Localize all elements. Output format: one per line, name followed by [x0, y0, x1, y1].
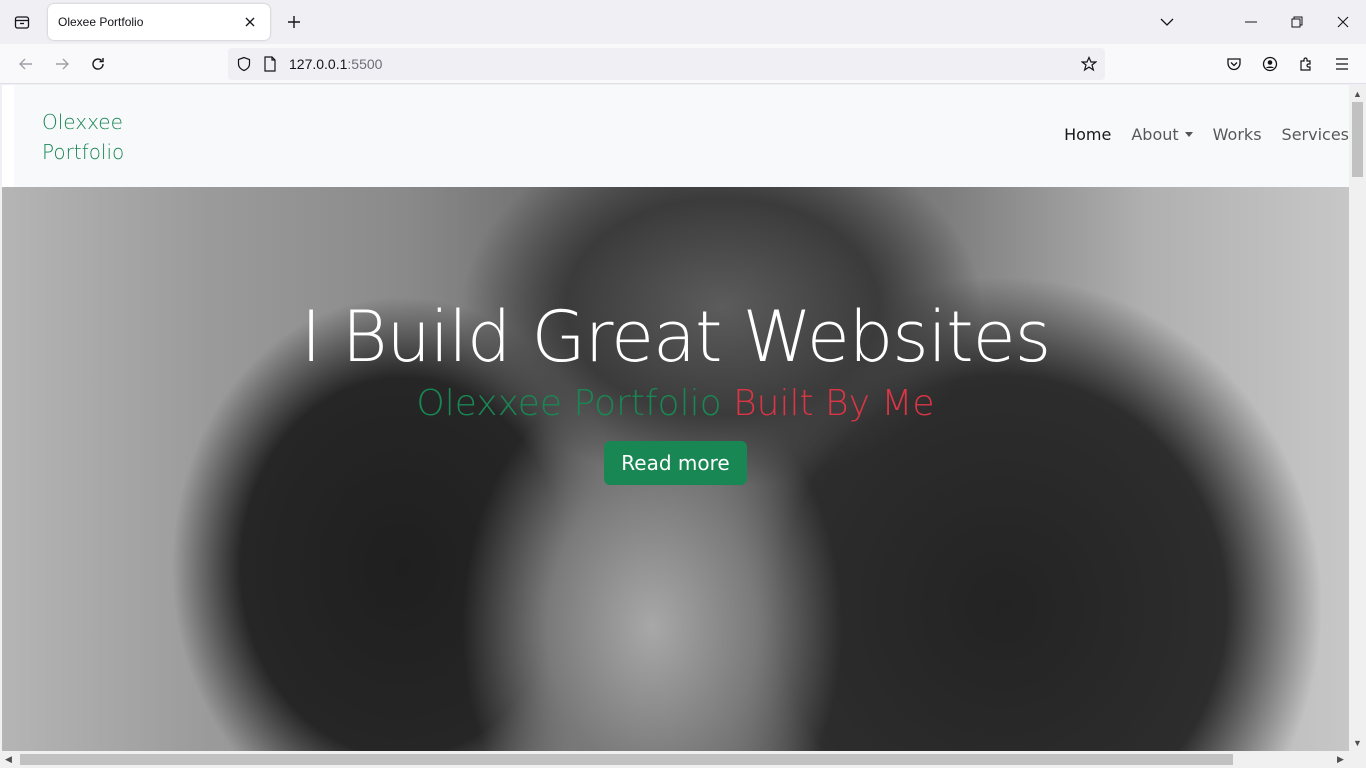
nav-about[interactable]: About [1131, 125, 1193, 144]
vertical-scroll-thumb[interactable] [1352, 102, 1363, 177]
minimize-icon[interactable] [1228, 0, 1274, 44]
hero-section: I Build Great Websites Olexxee Portfolio… [2, 187, 1349, 751]
read-more-button[interactable]: Read more [604, 441, 747, 485]
nav-home[interactable]: Home [1064, 125, 1111, 144]
extensions-icon[interactable] [1292, 50, 1320, 78]
hero-subtitle-red: Built By Me [733, 383, 935, 424]
hero-content: I Build Great Websites Olexxee Portfolio… [2, 287, 1349, 485]
url-port: :5500 [347, 56, 383, 72]
reload-icon[interactable] [84, 50, 112, 78]
url-bar[interactable]: 127.0.0.1:5500 [228, 48, 1105, 80]
site-navbar: Olexxee Portfolio Home About Works Servi… [14, 85, 1349, 187]
menu-icon[interactable] [1328, 50, 1356, 78]
nav-works[interactable]: Works [1213, 125, 1262, 144]
url-text: 127.0.0.1:5500 [289, 56, 382, 72]
browser-tab[interactable]: Olexee Portfolio [48, 4, 270, 40]
close-window-icon[interactable] [1320, 0, 1366, 44]
tab-list-icon[interactable] [8, 8, 36, 36]
brand-line-2: Portfolio [42, 140, 125, 164]
pocket-icon[interactable] [1220, 50, 1248, 78]
new-tab-icon[interactable] [280, 8, 308, 36]
hero-subtitle-green: Olexxee Portfolio [416, 383, 722, 424]
back-icon[interactable] [12, 50, 40, 78]
restore-icon[interactable] [1274, 0, 1320, 44]
brand-line-1: Olexxee [42, 110, 123, 134]
browser-toolbar: 127.0.0.1:5500 [0, 44, 1366, 84]
shield-icon[interactable] [230, 50, 258, 78]
vertical-scrollbar[interactable]: ▲ ▼ [1349, 85, 1366, 751]
tab-bar: Olexee Portfolio [0, 0, 1366, 44]
scroll-up-icon[interactable]: ▲ [1349, 85, 1366, 102]
nav-links: Home About Works Services [1044, 125, 1349, 144]
close-tab-icon[interactable] [240, 12, 260, 32]
horizontal-scrollbar[interactable]: ◀ ▶ [0, 751, 1366, 768]
scroll-left-icon[interactable]: ◀ [0, 751, 17, 768]
nav-services[interactable]: Services [1282, 125, 1349, 144]
hero-subtitle: Olexxee Portfolio Built By Me [2, 381, 1349, 427]
tab-title: Olexee Portfolio [58, 15, 144, 29]
url-host: 127.0.0.1 [289, 56, 348, 72]
horizontal-scroll-thumb[interactable] [20, 754, 1233, 765]
scroll-down-icon[interactable]: ▼ [1349, 734, 1366, 751]
account-icon[interactable] [1256, 50, 1284, 78]
hero-title: I Build Great Websites [300, 296, 1051, 378]
dropdown-caret-icon [1184, 132, 1193, 137]
scroll-right-icon[interactable]: ▶ [1332, 751, 1349, 768]
site-brand[interactable]: Olexxee Portfolio [42, 107, 124, 167]
list-all-tabs-icon[interactable] [1144, 0, 1190, 44]
page-icon[interactable] [256, 50, 284, 78]
forward-icon[interactable] [48, 50, 76, 78]
bookmark-star-icon[interactable] [1075, 50, 1103, 78]
nav-about-label: About [1131, 125, 1179, 144]
page-viewport: I Build Great Websites Olexxee Portfolio… [2, 85, 1349, 751]
